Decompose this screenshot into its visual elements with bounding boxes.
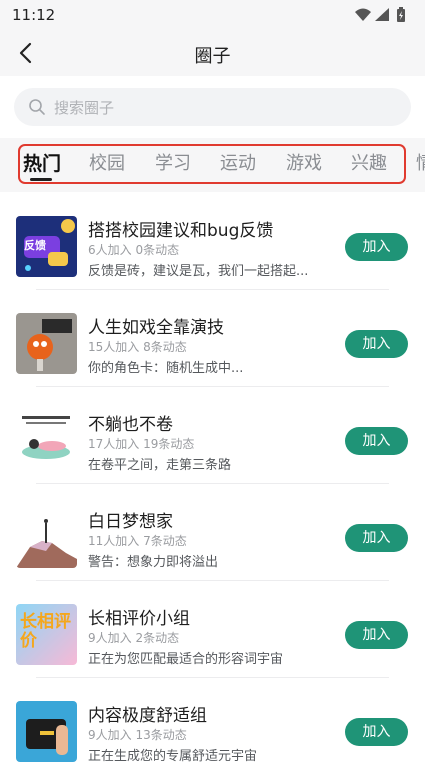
signal-icon [375, 8, 389, 21]
tab-campus[interactable]: 校园 [89, 149, 125, 175]
join-button[interactable]: 加入 [345, 427, 408, 455]
circle-thumbnail [16, 701, 77, 762]
top-bar: 圈子 [0, 30, 425, 76]
thumbnail-label: 长相评价 [20, 612, 71, 651]
list-item[interactable]: 长相评价 长相评价小组 9人加入 2条动态 正在为您匹配最适合的形容词宇宙 加入 [0, 580, 425, 678]
circle-name: 不躺也不卷 [88, 415, 173, 435]
thumbnail-label: 反馈 [24, 239, 46, 252]
circle-description: 正在为您匹配最适合的形容词宇宙 [88, 652, 284, 667]
tab-study[interactable]: 学习 [155, 149, 191, 175]
circle-name: 白日梦想家 [88, 512, 173, 532]
circle-description: 反馈是砖，建议是瓦，我们一起搭起... [88, 264, 309, 279]
circle-thumbnail [16, 507, 77, 568]
category-tabs: 热门 校园 学习 运动 游戏 兴趣 情 [0, 140, 425, 186]
circle-name: 长相评价小组 [88, 609, 190, 629]
search-bar[interactable] [14, 88, 411, 126]
circle-meta: 6人加入 0条动态 [88, 243, 180, 257]
circle-name: 人生如戏全靠演技 [88, 318, 224, 338]
tab-emotion[interactable]: 情 [416, 149, 425, 175]
circle-meta: 11人加入 7条动态 [88, 534, 187, 548]
circle-thumbnail [16, 410, 77, 471]
tab-sports[interactable]: 运动 [220, 149, 256, 175]
circle-description: 警告：想象力即将溢出 [88, 555, 219, 570]
list-item[interactable]: 不躺也不卷 17人加入 19条动态 在卷平之间，走第三条路 加入 [0, 386, 425, 484]
join-button[interactable]: 加入 [345, 330, 408, 358]
page-title: 圈子 [194, 46, 231, 67]
status-icons [353, 7, 413, 23]
search-input[interactable] [52, 96, 386, 120]
circle-description: 你的角色卡：随机生成中... [88, 361, 244, 376]
tab-interests[interactable]: 兴趣 [351, 149, 387, 175]
wifi-icon [355, 8, 371, 21]
circle-thumbnail [16, 313, 77, 374]
circle-description: 正在生成您的专属舒适元宇宙 [88, 749, 258, 764]
list-item[interactable]: 反馈 搭搭校园建议和bug反馈 6人加入 0条动态 反馈是砖，建议是瓦，我们一起… [0, 192, 425, 290]
circle-name: 搭搭校园建议和bug反馈 [88, 221, 274, 241]
status-bar: 11:12 [0, 0, 425, 30]
list-item[interactable]: 内容极度舒适组 9人加入 13条动态 正在生成您的专属舒适元宇宙 加入 [0, 677, 425, 774]
tab-games[interactable]: 游戏 [286, 149, 322, 175]
active-tab-indicator [30, 178, 52, 181]
search-area [0, 76, 425, 138]
circle-meta: 17人加入 19条动态 [88, 437, 195, 451]
status-time: 11:12 [12, 6, 56, 24]
tab-hot[interactable]: 热门 [23, 149, 61, 176]
circle-description: 在卷平之间，走第三条路 [88, 458, 232, 473]
join-button[interactable]: 加入 [345, 621, 408, 649]
circle-meta: 15人加入 8条动态 [88, 340, 187, 354]
join-button[interactable]: 加入 [345, 524, 408, 552]
circle-name: 内容极度舒适组 [88, 706, 207, 726]
list-item[interactable]: 人生如戏全靠演技 15人加入 8条动态 你的角色卡：随机生成中... 加入 [0, 289, 425, 387]
search-icon [28, 98, 46, 116]
join-button[interactable]: 加入 [345, 718, 408, 746]
circle-meta: 9人加入 13条动态 [88, 728, 187, 742]
list-item[interactable]: 白日梦想家 11人加入 7条动态 警告：想象力即将溢出 加入 [0, 483, 425, 581]
join-button[interactable]: 加入 [345, 233, 408, 261]
circle-meta: 9人加入 2条动态 [88, 631, 180, 645]
battery-icon [397, 7, 405, 22]
